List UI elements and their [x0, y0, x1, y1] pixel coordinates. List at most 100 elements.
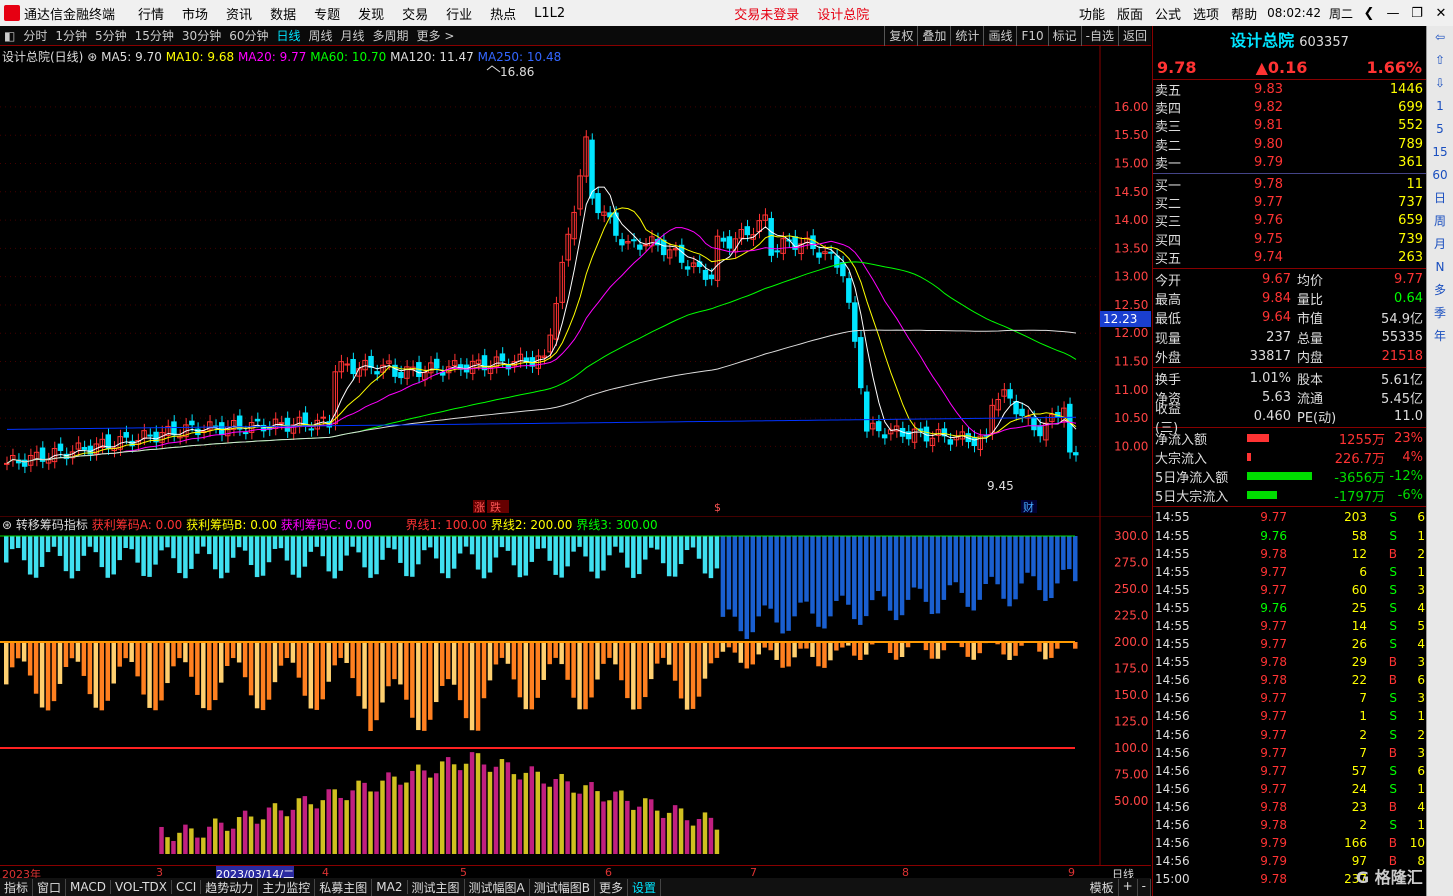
event-mark-down: 跌 — [490, 500, 501, 514]
toolbar-icon-10[interactable]: N — [1427, 256, 1453, 279]
toolbar-icon-0[interactable]: ⇦ — [1427, 26, 1453, 49]
settings-icon[interactable]: ⊛ — [87, 50, 97, 64]
bottom-tab[interactable]: 测试幅图B — [530, 878, 595, 896]
stat-row: 外盘 33817 内盘 21518 — [1153, 347, 1426, 366]
menu-item[interactable]: 行情 — [138, 4, 164, 23]
bottom-tab[interactable]: 测试主图 — [408, 878, 465, 896]
toolbar-icon-7[interactable]: 日 — [1427, 187, 1453, 210]
candle-body — [219, 422, 225, 436]
menu-item[interactable]: 公式 — [1155, 4, 1181, 23]
toolbar-icon-8[interactable]: 周 — [1427, 210, 1453, 233]
orderbook-row[interactable]: 买五 9.74 263 — [1153, 249, 1426, 267]
toolbar-icon-9[interactable]: 月 — [1427, 233, 1453, 256]
chip-bar-c — [487, 536, 493, 573]
orderbook-row[interactable]: 卖五 9.83 1446 — [1153, 80, 1426, 99]
tab-period[interactable]: 30分钟 — [178, 27, 225, 44]
chip-bar-c — [840, 536, 845, 596]
tick-row: 14:56 9.77 24 S 1 — [1153, 780, 1426, 798]
toolbar-icon-2[interactable]: ⇩ — [1427, 72, 1453, 95]
bottom-tab[interactable]: 私募主图 — [315, 878, 373, 896]
toolbar-button[interactable]: 叠加 — [917, 26, 950, 46]
toolbar-button[interactable]: -自选 — [1080, 26, 1118, 46]
add-button[interactable]: + — [1119, 878, 1138, 896]
bottom-tab[interactable]: MA2 — [372, 880, 408, 894]
template-button[interactable]: 模板 — [1086, 878, 1119, 896]
menu-item[interactable]: 市场 — [182, 4, 208, 23]
flow-bar — [1247, 472, 1312, 481]
menu-item[interactable]: 帮助 — [1231, 4, 1257, 23]
toolbar-icon-11[interactable]: 多 — [1427, 279, 1453, 302]
menu-item[interactable]: 选项 — [1193, 4, 1219, 23]
toolbar-icon-6[interactable]: 60 — [1427, 164, 1453, 187]
menu-item[interactable]: 功能 — [1079, 4, 1105, 23]
remove-button[interactable]: - — [1138, 878, 1151, 896]
tab-period[interactable]: 周线 — [305, 27, 337, 44]
tab-period[interactable]: 60分钟 — [225, 27, 272, 44]
toolbar-button[interactable]: 统计 — [950, 26, 983, 46]
menu-item[interactable]: 版面 — [1117, 4, 1143, 23]
toolbar-button[interactable]: 标记 — [1047, 26, 1081, 46]
tick-list[interactable]: 14:55 9.77 203 S 6 14:55 9.76 58 S 1 14:55 9.78 12 B 2… — [1153, 508, 1426, 888]
tab-period-active[interactable]: 日线 — [272, 27, 304, 44]
orderbook-row[interactable]: 卖一 9.79 361 — [1153, 154, 1426, 172]
toolbar-button[interactable]: 复权 — [884, 26, 917, 46]
menu-item[interactable]: 行业 — [446, 4, 472, 23]
login-notice[interactable]: 交易未登录 — [734, 4, 799, 23]
bottom-tab[interactable]: 窗口 — [33, 878, 67, 896]
tab-period[interactable]: 1分钟 — [51, 27, 91, 44]
tab-period[interactable]: 5分钟 — [91, 27, 131, 44]
toolbar-button[interactable]: F10 — [1016, 26, 1047, 46]
kline-chart[interactable]: 16.00 15.50 15.00 14.50 14.00 13.50 13.00 12.50… — [0, 46, 1151, 516]
bottom-tab[interactable]: 趋势动力 — [201, 878, 259, 896]
bottom-tab[interactable]: 主力监控 — [258, 878, 316, 896]
tab-period[interactable]: 多周期 — [369, 27, 413, 44]
menu-item[interactable]: 发现 — [358, 4, 384, 23]
tab-period[interactable]: 分时 — [19, 27, 51, 44]
toolbar-button[interactable]: 返回 — [1117, 26, 1151, 46]
menu-item[interactable]: 热点 — [490, 4, 516, 23]
chip-bar-b — [159, 642, 164, 701]
orderbook-row[interactable]: 卖二 9.80 789 — [1153, 135, 1426, 154]
orderbook-row[interactable]: 买三 9.76 659 — [1153, 212, 1426, 230]
bottom-tab[interactable]: 指标 — [0, 878, 34, 896]
menu-item[interactable]: 交易 — [402, 4, 428, 23]
toolbar-button[interactable]: 画线 — [983, 26, 1016, 46]
toolbar-icon-13[interactable]: 年 — [1427, 325, 1453, 348]
menu-item[interactable]: 专题 — [314, 4, 340, 23]
toolbar-icon-4[interactable]: 5 — [1427, 118, 1453, 141]
orderbook-row[interactable]: 买一 9.78 11 — [1153, 175, 1426, 194]
chip-bar-b — [153, 642, 158, 711]
restore-icon[interactable]: ❐ — [1405, 6, 1429, 21]
tab-more[interactable]: 更多 > — [413, 27, 459, 44]
chip-bar-c — [416, 536, 421, 565]
toolbar-icon-12[interactable]: 季 — [1427, 302, 1453, 325]
menu-item[interactable]: 数据 — [270, 4, 296, 23]
toolbar-icon-1[interactable]: ⇧ — [1427, 49, 1453, 72]
chip-bar-c — [380, 536, 385, 560]
tab-period[interactable]: 15分钟 — [131, 27, 178, 44]
toolbar-icon-5[interactable]: 15 — [1427, 141, 1453, 164]
bottom-tab[interactable]: CCI — [172, 880, 202, 894]
minimize-icon[interactable]: — — [1381, 6, 1405, 21]
chip-bar-b — [434, 642, 439, 703]
orderbook-row[interactable]: 卖三 9.81 552 — [1153, 117, 1426, 135]
chip-bar-b — [678, 642, 684, 699]
orderbook-row[interactable]: 卖四 9.82 699 — [1153, 98, 1426, 117]
chip-bar-b — [290, 642, 296, 663]
menu-item[interactable]: L1L2 — [534, 6, 565, 21]
bottom-tab[interactable]: MACD — [66, 880, 112, 894]
panel-toggle-icon[interactable]: ◧ — [0, 29, 19, 43]
menu-item[interactable]: 资讯 — [226, 4, 252, 23]
bottom-tab[interactable]: 测试幅图A — [465, 878, 530, 896]
toolbar-icon-3[interactable]: 1 — [1427, 95, 1453, 118]
tab-period[interactable]: 月线 — [337, 27, 369, 44]
back-icon[interactable]: ❮ — [1357, 6, 1381, 21]
orderbook-row[interactable]: 买二 9.77 737 — [1153, 193, 1426, 212]
bottom-tab[interactable]: 更多 — [595, 878, 628, 896]
orderbook-row[interactable]: 买四 9.75 739 — [1153, 230, 1426, 249]
bottom-tab-active[interactable]: 设置 — [628, 878, 661, 896]
bottom-tab[interactable]: VOL-TDX — [111, 880, 172, 894]
indicator-chart[interactable]: 300.0 275.0 250.0 225.0 200.0 175.0 150.0 125.0… — [0, 516, 1151, 866]
settings-icon[interactable]: ⊛ — [2, 518, 12, 532]
close-icon[interactable]: ✕ — [1429, 6, 1453, 21]
